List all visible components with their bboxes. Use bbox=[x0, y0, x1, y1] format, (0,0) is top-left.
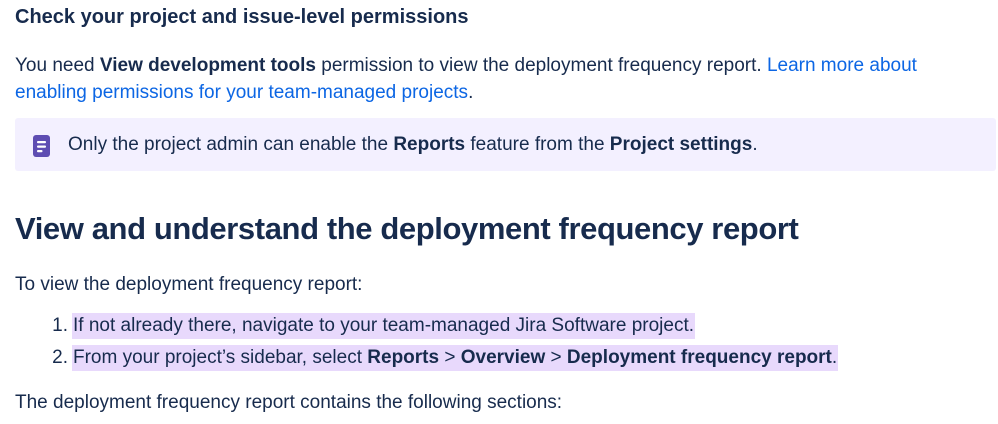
step-text: If not already there, navigate to your t… bbox=[72, 313, 695, 339]
step-text-2: . bbox=[831, 347, 838, 368]
step-text-1: From your project’s sidebar, select bbox=[73, 347, 368, 368]
steps-list: 1. If not already there, navigate to you… bbox=[15, 313, 839, 377]
permissions-heading: Check your project and issue-level permi… bbox=[15, 6, 469, 28]
step-sep-1: > bbox=[439, 347, 461, 368]
step-text: From your project’s sidebar, select Repo… bbox=[72, 345, 839, 371]
permissions-text-2: permission to view the deployment freque… bbox=[315, 55, 767, 76]
note-text-3: . bbox=[752, 134, 758, 155]
report-heading: View and understand the deployment frequ… bbox=[15, 211, 799, 246]
list-item: 2. From your project’s sidebar, select R… bbox=[15, 345, 839, 377]
note-bold-project-settings: Project settings bbox=[609, 134, 753, 155]
permissions-paragraph: You need View development tools permissi… bbox=[15, 52, 985, 106]
step-bold-deployment-frequency-report: Deployment frequency report bbox=[566, 347, 832, 368]
note-text: Only the project admin can enable the Re… bbox=[68, 132, 758, 158]
note-text-2: feature from the bbox=[465, 134, 610, 155]
step-number: 1. bbox=[52, 315, 68, 336]
step-number: 2. bbox=[52, 347, 68, 368]
note-panel: Only the project admin can enable the Re… bbox=[15, 118, 996, 171]
report-outro: The deployment frequency report contains… bbox=[15, 392, 563, 413]
note-icon bbox=[33, 135, 50, 157]
step-bold-overview: Overview bbox=[460, 347, 546, 368]
permission-name: View development tools bbox=[99, 55, 316, 76]
list-item: 1. If not already there, navigate to you… bbox=[15, 313, 838, 345]
note-bold-reports: Reports bbox=[393, 134, 466, 155]
report-intro: To view the deployment frequency report: bbox=[15, 274, 363, 295]
step-sep-2: > bbox=[545, 347, 567, 368]
step-bold-reports: Reports bbox=[367, 347, 440, 368]
note-text-1: Only the project admin can enable the bbox=[68, 134, 394, 155]
permissions-text-3: . bbox=[468, 82, 474, 103]
permissions-text-1: You need bbox=[15, 55, 100, 76]
